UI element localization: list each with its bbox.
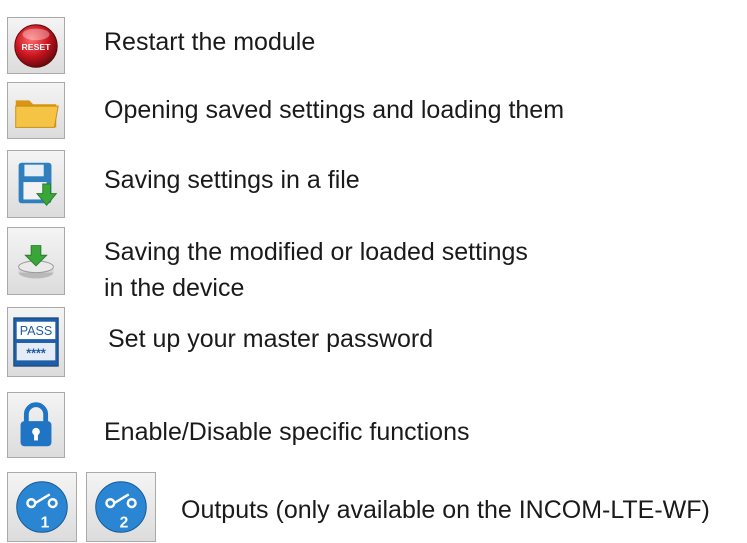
output-2-button[interactable]: 2 [86, 472, 156, 542]
save-to-device-description-line2: in the device [104, 274, 245, 302]
password-icon-text-bottom: **** [26, 346, 46, 360]
reset-icon-text: RESET [22, 42, 52, 52]
output-1-button[interactable]: 1 [7, 472, 77, 542]
save-file-description: Saving settings in a file [104, 166, 360, 194]
save-file-icon [18, 162, 58, 206]
password-description: Set up your master password [108, 325, 434, 353]
folder-open-icon [15, 100, 59, 128]
output-1-icon: 1 [16, 481, 68, 533]
password-icon-text-top: PASS [20, 324, 53, 338]
reset-button[interactable]: RESET [7, 17, 65, 74]
output-2-icon: 2 [95, 481, 147, 533]
password-icon: PASS **** [13, 317, 59, 367]
save-to-device-description-line1: Saving the modified or loaded settings [104, 238, 528, 266]
lock-description: Enable/Disable specific functions [104, 418, 470, 446]
open-settings-button[interactable] [7, 82, 65, 139]
save-to-device-button[interactable] [7, 227, 65, 295]
save-file-button[interactable] [7, 150, 65, 218]
save-to-device-icon [18, 245, 54, 279]
output-2-number: 2 [120, 514, 129, 531]
outputs-description: Outputs (only available on the INCOM-LTE… [181, 496, 710, 524]
reset-icon: RESET [14, 24, 58, 68]
reset-description: Restart the module [104, 28, 316, 56]
lock-button[interactable] [7, 392, 65, 458]
output-1-number: 1 [41, 514, 50, 531]
lock-icon [20, 402, 52, 447]
password-button[interactable]: PASS **** [7, 307, 65, 377]
open-settings-description: Opening saved settings and loading them [104, 96, 565, 124]
